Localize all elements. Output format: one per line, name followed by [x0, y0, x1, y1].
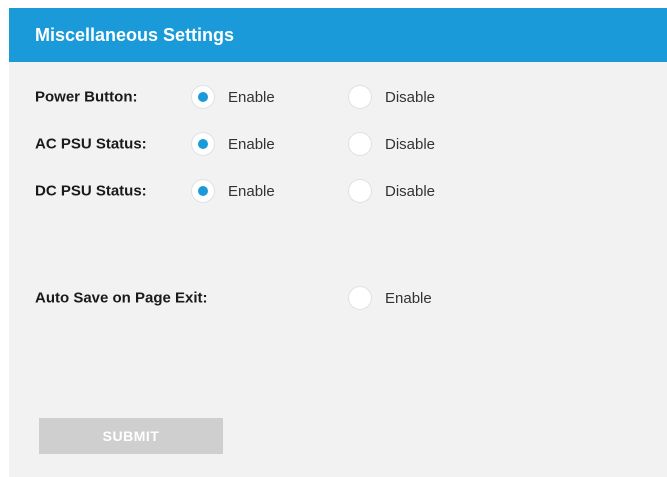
setting-row-power-button: Power Button: Enable Disable: [9, 81, 667, 113]
panel-header: Miscellaneous Settings: [9, 8, 667, 62]
radio-button[interactable]: [348, 85, 372, 109]
radio-button[interactable]: [348, 132, 372, 156]
radio-button[interactable]: [348, 179, 372, 203]
ac-psu-disable-option[interactable]: Disable: [348, 132, 435, 156]
power-button-disable-option[interactable]: Disable: [348, 85, 435, 109]
option-label: Enable: [228, 135, 275, 153]
setting-row-ac-psu-status: AC PSU Status: Enable Disable: [9, 128, 667, 160]
setting-row-dc-psu-status: DC PSU Status: Enable Disable: [9, 175, 667, 207]
option-label: Enable: [385, 289, 432, 307]
setting-label: DC PSU Status:: [35, 182, 147, 200]
setting-label: Power Button:: [35, 88, 138, 106]
settings-panel: Miscellaneous Settings Power Button: Ena…: [9, 8, 667, 477]
option-label: Enable: [228, 88, 275, 106]
setting-label: Auto Save on Page Exit:: [35, 289, 208, 307]
option-label: Enable: [228, 182, 275, 200]
radio-button[interactable]: [191, 179, 215, 203]
ac-psu-enable-option[interactable]: Enable: [191, 132, 275, 156]
option-label: Disable: [385, 135, 436, 153]
dc-psu-enable-option[interactable]: Enable: [191, 179, 275, 203]
setting-row-auto-save: Auto Save on Page Exit: Enable: [9, 282, 667, 314]
power-button-enable-option[interactable]: Enable: [191, 85, 275, 109]
dc-psu-disable-option[interactable]: Disable: [348, 179, 435, 203]
option-label: Disable: [385, 88, 436, 106]
setting-label: AC PSU Status:: [35, 135, 147, 153]
radio-button[interactable]: [191, 85, 215, 109]
radio-button[interactable]: [348, 286, 372, 310]
option-label: Disable: [385, 182, 436, 200]
auto-save-enable-option[interactable]: Enable: [348, 286, 432, 310]
radio-button[interactable]: [191, 132, 215, 156]
panel-title: Miscellaneous Settings: [35, 24, 235, 45]
submit-button[interactable]: SUBMIT: [39, 418, 223, 454]
